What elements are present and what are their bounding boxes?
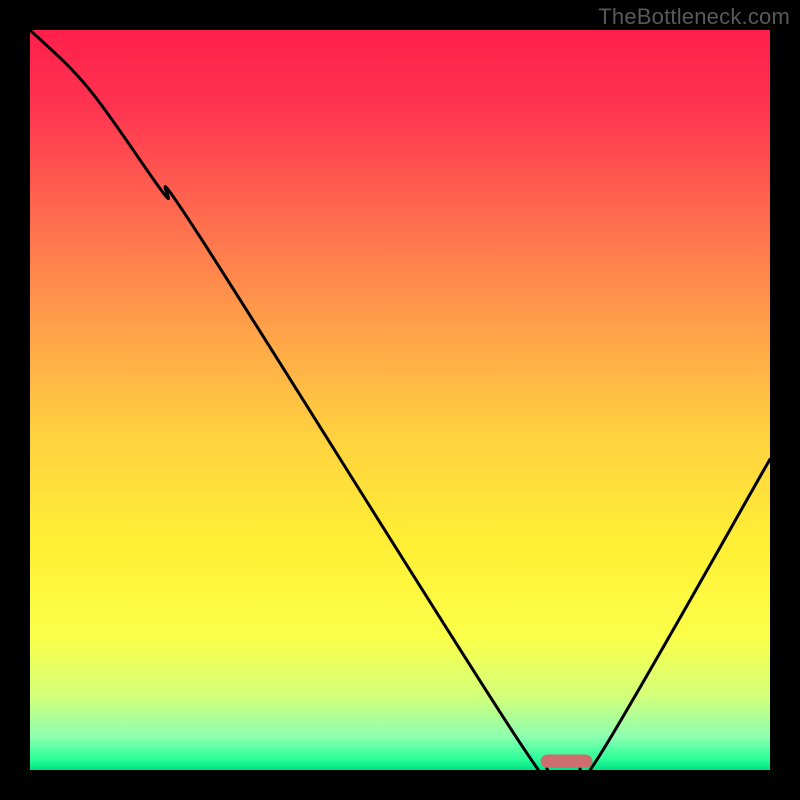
- plot-area: [30, 30, 770, 770]
- watermark-text: TheBottleneck.com: [598, 4, 790, 30]
- chart-container: TheBottleneck.com: [0, 0, 800, 800]
- chart-svg: [30, 30, 770, 770]
- optimal-marker: [541, 754, 593, 767]
- gradient-background: [30, 30, 770, 770]
